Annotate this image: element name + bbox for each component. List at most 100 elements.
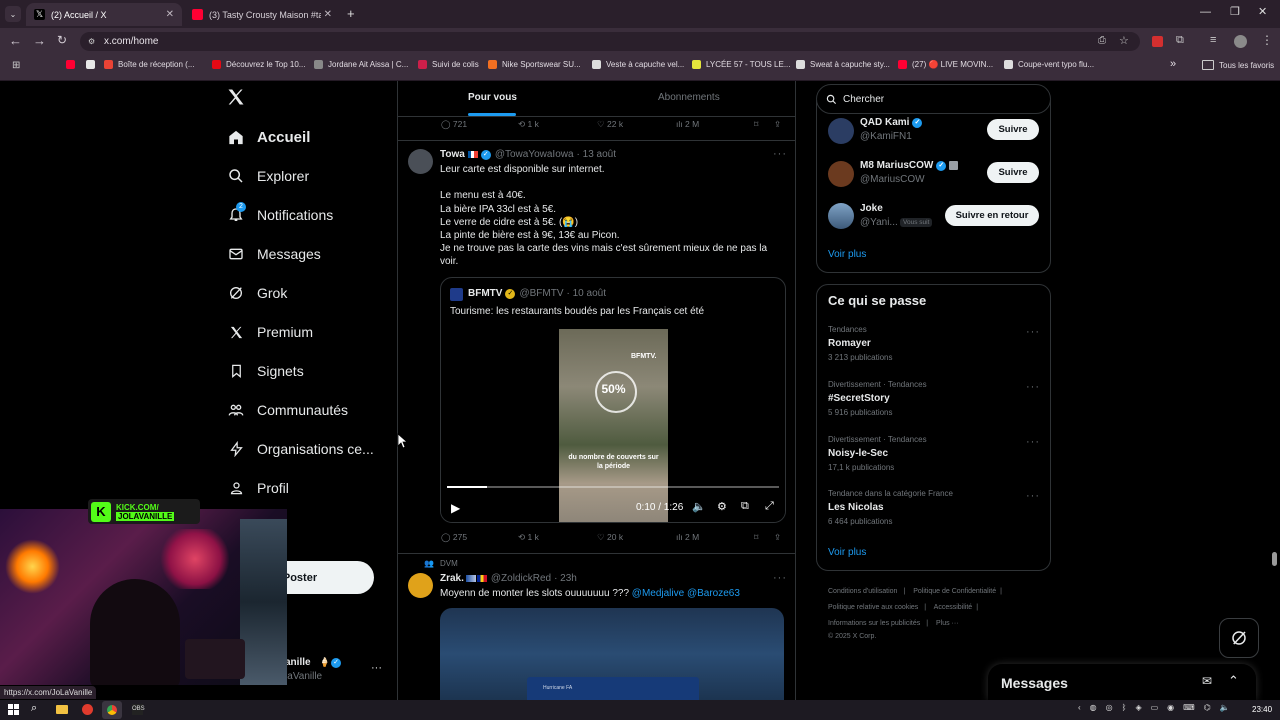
follow-name[interactable]: QAD Kami ✓ <box>860 117 923 128</box>
tab-search-button[interactable]: ⌄ <box>5 6 21 22</box>
new-tab-button[interactable]: + <box>347 6 355 21</box>
community-context[interactable]: 👥 DVM <box>424 559 458 568</box>
reply-button[interactable]: ◯ 275 <box>441 532 467 543</box>
bookmark-item[interactable]: Veste à capuche vel... <box>592 60 684 69</box>
tab-for-you[interactable]: Pour vous <box>468 92 517 103</box>
bookmark-item[interactable]: (27) 🔴 LIVE MOVIN... <box>898 60 993 69</box>
repost-button[interactable]: ⟲ 1 k <box>518 532 539 543</box>
avatar[interactable] <box>408 149 433 174</box>
tray-app-icon[interactable]: ◎ <box>1106 703 1113 712</box>
share-button[interactable]: ⇪ <box>774 532 781 543</box>
footer-link[interactable]: Politique de Confidentialité <box>913 588 996 595</box>
author-name[interactable]: Zrak. <box>440 573 464 584</box>
views-button[interactable]: ılı 2 M <box>676 119 699 129</box>
nav-notifications[interactable]: 2 Notifications <box>228 202 333 223</box>
reply-button[interactable]: ◯ 721 <box>441 119 467 130</box>
messages-drawer[interactable]: Messages ✉ ⌃ <box>988 664 1256 700</box>
file-explorer-icon[interactable] <box>56 705 68 714</box>
repost-button[interactable]: ⟲ 1 k <box>518 119 539 130</box>
trend-more-icon[interactable]: ··· <box>1026 436 1040 448</box>
forward-icon[interactable]: → <box>33 33 46 48</box>
nav-home[interactable]: Accueil <box>228 129 310 146</box>
avatar[interactable] <box>828 161 854 187</box>
more-icon[interactable]: ··· <box>773 148 787 160</box>
keyboard-icon[interactable]: ⌨ <box>1183 703 1195 712</box>
quote-card[interactable]: BFMTV ✓ @BFMTV · 10 août Tourisme: les r… <box>440 277 786 523</box>
bluetooth-icon[interactable]: ᛒ <box>1122 703 1127 712</box>
tweet-media[interactable]: Hurricane FA <box>440 608 784 700</box>
bookmark-item[interactable]: Coupe-vent typo flu... <box>1004 60 1094 69</box>
chrome-taskbar-icon[interactable] <box>102 701 122 719</box>
bookmark-item[interactable]: Sweat à capuche sty... <box>796 60 890 69</box>
tab-youtube[interactable]: (3) Tasty Crousty Maison #tasty ✕ <box>184 3 340 26</box>
x-logo-icon[interactable] <box>226 87 246 107</box>
tweet-date[interactable]: · 23h <box>554 573 577 584</box>
trend-more-icon[interactable]: ··· <box>1026 381 1040 393</box>
tweet-date[interactable]: · 13 août <box>577 149 616 160</box>
bookmark-item[interactable]: Nike Sportswear SU... <box>488 60 581 69</box>
nav-messages[interactable]: Messages <box>228 246 321 262</box>
see-more-link[interactable]: Voir plus <box>828 547 866 558</box>
more-icon[interactable]: ··· <box>773 572 787 584</box>
apps-icon[interactable]: ⊞ <box>12 60 20 71</box>
tray-app-icon[interactable]: ◈ <box>1135 703 1141 712</box>
bookmark-item[interactable] <box>66 60 80 69</box>
tray-chevron-icon[interactable]: ‹ <box>1078 703 1081 712</box>
all-favorites[interactable]: Tous les favoris <box>1202 60 1274 70</box>
scrollbar-thumb[interactable] <box>1272 552 1277 566</box>
back-icon[interactable]: ← <box>9 33 22 48</box>
fullscreen-icon[interactable]: ⤢ <box>765 500 774 513</box>
author-handle[interactable]: @ZoldickRed <box>491 573 551 584</box>
settings-icon[interactable]: ⚙ <box>717 500 727 513</box>
nav-organisations[interactable]: Organisations ce... <box>228 441 374 457</box>
nav-profile[interactable]: Profil <box>228 480 289 496</box>
footer-more-link[interactable]: Plus ··· <box>936 620 959 627</box>
footer-link[interactable]: Informations sur les publicités <box>828 620 920 627</box>
views-button[interactable]: ılı 2 M <box>676 532 699 542</box>
close-window-icon[interactable]: ✕ <box>1258 5 1267 18</box>
bookmark-item[interactable]: LYCÉE 57 - TOUS LE... <box>692 60 790 69</box>
nav-grok[interactable]: Grok <box>228 285 287 301</box>
address-bar[interactable]: x.com/home <box>80 32 1140 51</box>
star-icon[interactable]: ☆ <box>1119 34 1129 47</box>
bookmark-button[interactable]: ⌑ <box>754 532 758 543</box>
tweet-mentions[interactable]: @Medjalive @Baroze63 <box>632 588 740 599</box>
follow-button[interactable]: Suivre <box>987 119 1039 140</box>
trend-item[interactable]: Divertissement · Tendances Noisy-le-Sec … <box>828 435 1040 472</box>
footer-link[interactable]: Accessibilité <box>934 604 973 611</box>
windows-start-icon[interactable] <box>8 704 19 715</box>
profile-avatar-icon[interactable] <box>1234 35 1247 48</box>
trend-item[interactable]: Divertissement · Tendances #SecretStory … <box>828 380 1040 417</box>
menu-icon[interactable]: ⋮ <box>1261 33 1273 47</box>
footer-link[interactable]: Conditions d'utilisation <box>828 588 897 595</box>
restore-icon[interactable]: ❐ <box>1230 5 1240 18</box>
play-icon[interactable]: ▶ <box>451 501 460 515</box>
trend-item[interactable]: Tendances Romayer 3 213 publications <box>828 325 1040 362</box>
video-progress-track[interactable] <box>447 486 779 488</box>
volume-icon[interactable]: 🔈 <box>1220 703 1230 712</box>
chevron-up-icon[interactable]: ⌃ <box>1228 673 1239 689</box>
user-name[interactable]: Joke <box>860 203 883 214</box>
trend-more-icon[interactable]: ··· <box>1026 326 1040 338</box>
extension-red-icon[interactable] <box>1152 36 1163 47</box>
tray-app-icon[interactable]: ▭ <box>1151 703 1159 712</box>
new-message-icon[interactable]: ✉ <box>1202 674 1212 688</box>
site-info-icon[interactable]: ⚙ <box>88 37 95 46</box>
tray-app-icon[interactable]: ◉ <box>1167 703 1174 712</box>
author-handle[interactable]: @TowaYowaIowa <box>495 149 574 160</box>
follow-name[interactable]: M8 MariusCOW ✓ <box>860 160 959 171</box>
follow-button[interactable]: Suivre <box>987 162 1039 183</box>
bookmark-item[interactable]: Boîte de réception (... <box>104 60 195 69</box>
volume-icon[interactable]: 🔈 <box>692 500 706 513</box>
grok-float-button[interactable] <box>1219 618 1259 658</box>
bookmark-item[interactable]: Découvrez le Top 10... <box>212 60 305 69</box>
taskbar-clock[interactable]: 23:40 <box>1252 705 1272 714</box>
install-icon[interactable]: ⎙ <box>1098 35 1106 46</box>
bookmark-button[interactable]: ⌑ <box>754 119 758 130</box>
follow-back-button[interactable]: Suivre en retour <box>945 205 1039 226</box>
bookmark-item[interactable]: Suivi de colis <box>418 60 479 69</box>
nav-communities[interactable]: Communautés <box>228 402 348 418</box>
author-name[interactable]: Towa <box>440 149 465 160</box>
captions-icon[interactable]: ⧉ <box>741 500 749 513</box>
footer-link[interactable]: Politique relative aux cookies <box>828 604 918 611</box>
